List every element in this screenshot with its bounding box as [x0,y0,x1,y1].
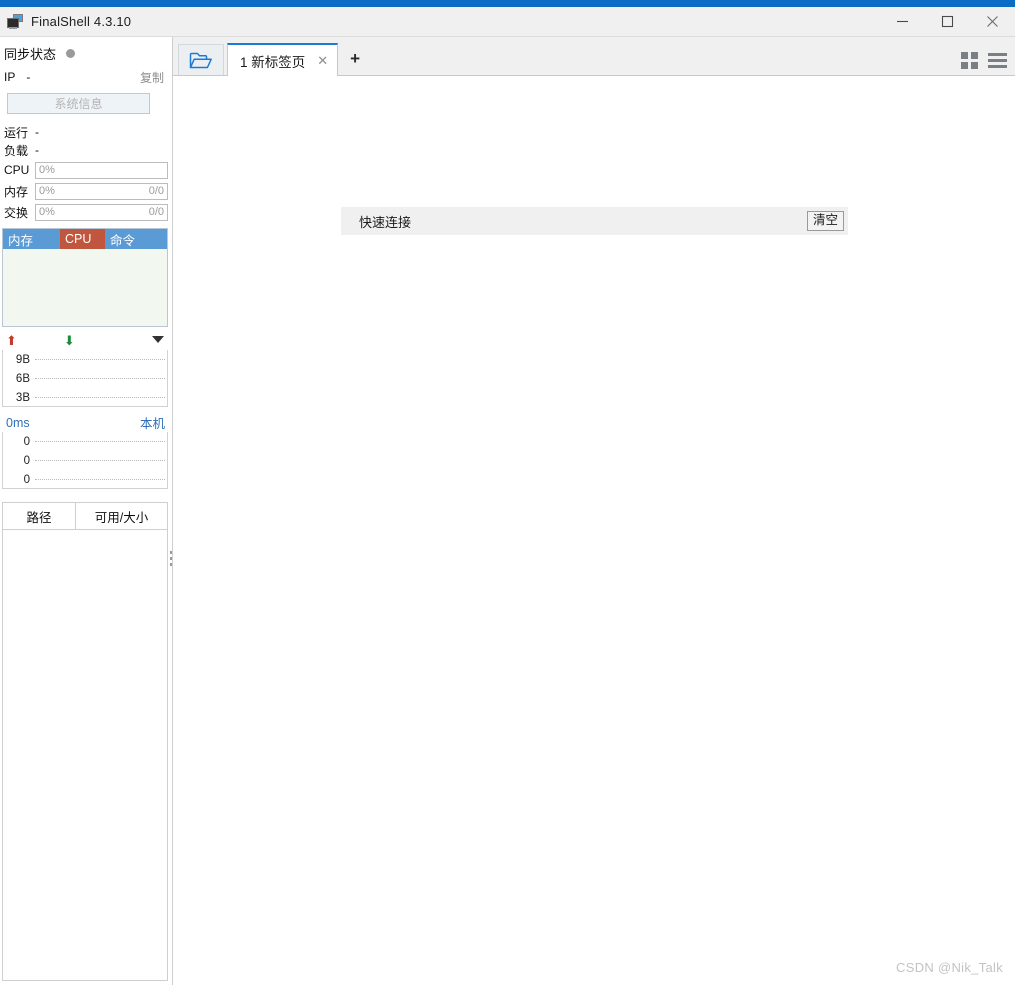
network-tick-row: 6B [3,369,167,388]
process-column-command[interactable]: 命令 [105,229,167,249]
gridline [35,377,165,380]
gridline [35,478,165,481]
ping-tick-label: 0 [23,435,30,448]
network-tick-row: 9B [3,350,167,369]
memory-usage-label: 内存 [4,184,29,199]
process-table[interactable]: 内存 CPU 命令 [2,228,168,327]
gridline [35,358,165,361]
gridline [35,396,165,399]
grid-view-icon[interactable] [961,52,978,69]
sync-status-label: 同步状态 [4,46,57,62]
ip-value: - [26,70,31,84]
uptime-label: 运行 [4,125,29,140]
caret-down-icon[interactable] [152,336,164,343]
network-graph: 9B 6B 3B [2,350,168,407]
ping-tick-label: 0 [23,454,30,467]
tab-label: 1 新标签页 [240,54,306,70]
arrow-down-icon: ⬇ [63,332,75,348]
memory-usage-percent: 0% [39,185,55,197]
memory-usage-row: 内存 0% 0/0 [0,181,172,201]
tab-new-page[interactable]: 1 新标签页 ✕ [227,43,339,76]
process-table-body [3,249,167,326]
network-tick-label: 3B [15,391,30,404]
swap-usage-detail: 0/0 [148,206,164,218]
process-column-cpu[interactable]: CPU [60,229,105,249]
close-icon[interactable]: ✕ [317,54,328,67]
monitor-icon [7,13,23,30]
title-bar: FinalShell 4.3.10 [0,7,1015,37]
disk-table[interactable]: 路径 可用/大小 [2,502,168,981]
main-split: 同步状态 IP - 复制 系统信息 运行 - 负载 - CPU 0% 内存 0%… [0,37,1015,985]
clear-button[interactable]: 清空 [806,211,844,231]
tab-bar-actions [961,52,1007,69]
disk-column-path[interactable]: 路径 [3,503,76,529]
load-value: - [35,143,39,157]
load-row: 负载 - [0,141,172,159]
process-table-header: 内存 CPU 命令 [3,229,167,249]
ping-latency-value: 0ms [6,415,30,430]
gridline [35,440,165,443]
gridline [35,459,165,462]
quick-connect-label: 快速连接 [359,214,412,230]
list-view-icon[interactable] [988,53,1007,68]
ping-graph-header: 0ms 本机 [0,413,172,432]
load-label: 负载 [4,143,29,158]
window-accent-bar [0,0,1015,7]
system-info-button[interactable]: 系统信息 [7,93,150,114]
offline-dot [66,48,76,58]
ping-host-label[interactable]: 本机 [140,413,165,432]
swap-usage-label: 交换 [4,205,29,220]
network-tick-row: 3B [3,388,167,407]
terminal-content-area[interactable]: 快速连接 清空 CSDN @Nik_Talk [173,76,1015,985]
process-column-memory[interactable]: 内存 [3,229,60,249]
ping-tick-label: 0 [23,473,30,486]
ping-graph: 0 0 0 [2,432,168,489]
network-graph-header: ⬆ ⬇ [0,330,172,350]
open-folder-icon[interactable] [178,44,224,75]
swap-usage-row: 交换 0% 0/0 [0,202,172,222]
cpu-usage-percent: 0% [39,164,55,176]
disk-table-header: 路径 可用/大小 [3,503,167,530]
app-window: FinalShell 4.3.10 同步状态 IP - 复制 系统信息 运行 -… [0,0,1015,985]
cpu-usage-row: CPU 0% [0,160,172,180]
uptime-value: - [35,125,39,139]
memory-usage-detail: 0/0 [148,185,164,197]
disk-column-available-size[interactable]: 可用/大小 [76,503,167,529]
disk-table-body [3,530,167,980]
network-tick-label: 9B [15,353,30,366]
swap-usage-bar: 0% 0/0 [35,203,168,221]
uptime-row: 运行 - [0,123,172,141]
copy-ip-button[interactable]: 复制 [140,69,164,86]
content-panel: 1 新标签页 ✕ + 快速连接 清空 CSDN @Nik_Talk [173,37,1015,985]
ping-tick-row: 0 [3,451,167,470]
minimize-button[interactable] [880,7,925,36]
arrow-up-icon: ⬆ [6,332,17,348]
network-tick-label: 6B [15,372,30,385]
add-tab-button[interactable]: + [350,50,360,67]
sync-status-row: 同步状态 [0,40,172,66]
close-button[interactable] [970,7,1015,36]
cpu-usage-bar: 0% [35,161,168,179]
quick-connect-bar: 快速连接 清空 [341,207,848,235]
sidebar: 同步状态 IP - 复制 系统信息 运行 - 负载 - CPU 0% 内存 0%… [0,37,173,985]
tab-bar: 1 新标签页 ✕ + [173,37,1015,76]
window-controls [880,7,1015,36]
maximize-button[interactable] [925,7,970,36]
window-title: FinalShell 4.3.10 [31,14,132,29]
swap-usage-percent: 0% [39,206,55,218]
watermark: CSDN @Nik_Talk [896,960,1003,975]
memory-usage-bar: 0% 0/0 [35,182,168,200]
ping-tick-row: 0 [3,470,167,489]
cpu-usage-label: CPU [4,163,30,177]
ping-tick-row: 0 [3,432,167,451]
ip-label: IP [4,70,16,84]
ip-row: IP - 复制 [0,66,172,88]
